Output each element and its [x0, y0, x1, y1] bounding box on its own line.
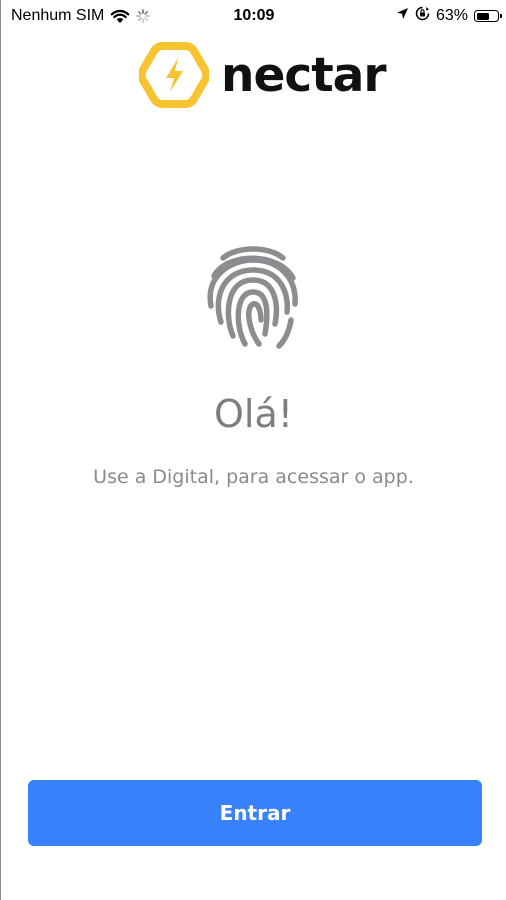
- battery-percent: 63%: [435, 7, 468, 24]
- brand-logo: nectar: [139, 40, 387, 110]
- battery-icon: [474, 10, 502, 22]
- bolt-hexagon-icon: [139, 42, 209, 108]
- enter-button[interactable]: Entrar: [28, 780, 482, 846]
- status-right: 63%: [390, 6, 502, 26]
- fingerprint-instruction: Use a Digital, para acessar o app.: [93, 466, 414, 488]
- orientation-lock-icon: [415, 6, 430, 26]
- brand-name: nectar: [221, 47, 387, 103]
- battery-fill: [476, 12, 489, 20]
- login-screen: Nenhum SIM 10:09 63% nectar Olá! Use a D…: [0, 0, 506, 900]
- fingerprint-icon[interactable]: [205, 244, 301, 350]
- location-arrow-icon: [396, 7, 409, 25]
- status-bar: Nenhum SIM 10:09 63%: [1, 0, 506, 34]
- greeting-title: Olá!: [214, 392, 293, 436]
